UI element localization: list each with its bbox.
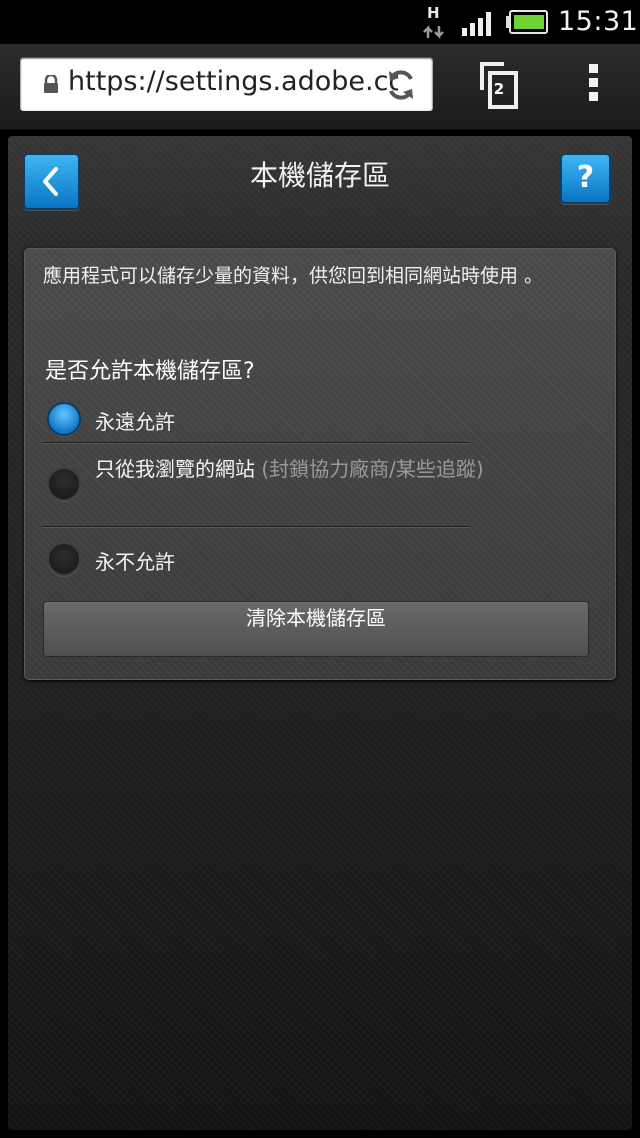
clear-button-label: 清除本機儲存區 bbox=[246, 606, 386, 630]
signal-icon bbox=[462, 12, 491, 36]
divider bbox=[43, 442, 469, 444]
clear-local-storage-button[interactable]: 清除本機儲存區 bbox=[43, 601, 589, 657]
divider bbox=[43, 526, 469, 528]
help-button[interactable]: ? bbox=[560, 153, 611, 204]
option-label: 永遠允許 bbox=[95, 410, 175, 434]
network-activity-icon: H bbox=[421, 4, 449, 40]
refresh-icon[interactable] bbox=[384, 68, 418, 102]
browser-toolbar: https://settings.adobe.co... 2 bbox=[0, 44, 640, 130]
option-visited-sites-only[interactable]: 只從我瀏覽的網站 (封鎖協力廠商/某些追蹤) bbox=[47, 457, 487, 503]
settings-panel: 應用程式可以儲存少量的資料，供您回到相同網站時使用 。 是否允許本機儲存區? 永… bbox=[24, 248, 616, 680]
radio-button-selected[interactable] bbox=[47, 402, 81, 436]
url-text: https://settings.adobe.co... bbox=[68, 66, 398, 97]
tab-count: 2 bbox=[493, 80, 505, 98]
option-never-allow[interactable]: 永不允許 bbox=[47, 542, 487, 582]
address-bar[interactable]: https://settings.adobe.co... bbox=[20, 57, 433, 111]
option-always-allow[interactable]: 永遠允許 bbox=[47, 402, 487, 442]
page-title: 本機儲存區 bbox=[249, 159, 390, 192]
local-storage-page: 本機儲存區 ? 應用程式可以儲存少量的資料，供您回到相同網站時使用 。 是否允許… bbox=[8, 136, 632, 1130]
question-text: 是否允許本機儲存區? bbox=[45, 359, 255, 384]
option-note: (封鎖協力廠商/某些追蹤) bbox=[261, 457, 484, 481]
radio-button[interactable] bbox=[47, 467, 81, 501]
option-label-group: 只從我瀏覽的網站 (封鎖協力廠商/某些追蹤) bbox=[95, 453, 484, 482]
overflow-menu-icon[interactable] bbox=[586, 64, 600, 108]
radio-button[interactable] bbox=[47, 542, 81, 576]
clock: 15:31 bbox=[558, 6, 639, 37]
network-type-label: H bbox=[427, 4, 440, 22]
battery-icon bbox=[506, 10, 548, 34]
description-text: 應用程式可以儲存少量的資料，供您回到相同網站時使用 。 bbox=[43, 265, 544, 287]
option-label: 永不允許 bbox=[95, 550, 175, 574]
lock-icon bbox=[44, 75, 58, 93]
option-label: 只從我瀏覽的網站 bbox=[95, 457, 255, 481]
status-bar: H 15:31 bbox=[0, 0, 640, 44]
help-label: ? bbox=[576, 160, 595, 195]
